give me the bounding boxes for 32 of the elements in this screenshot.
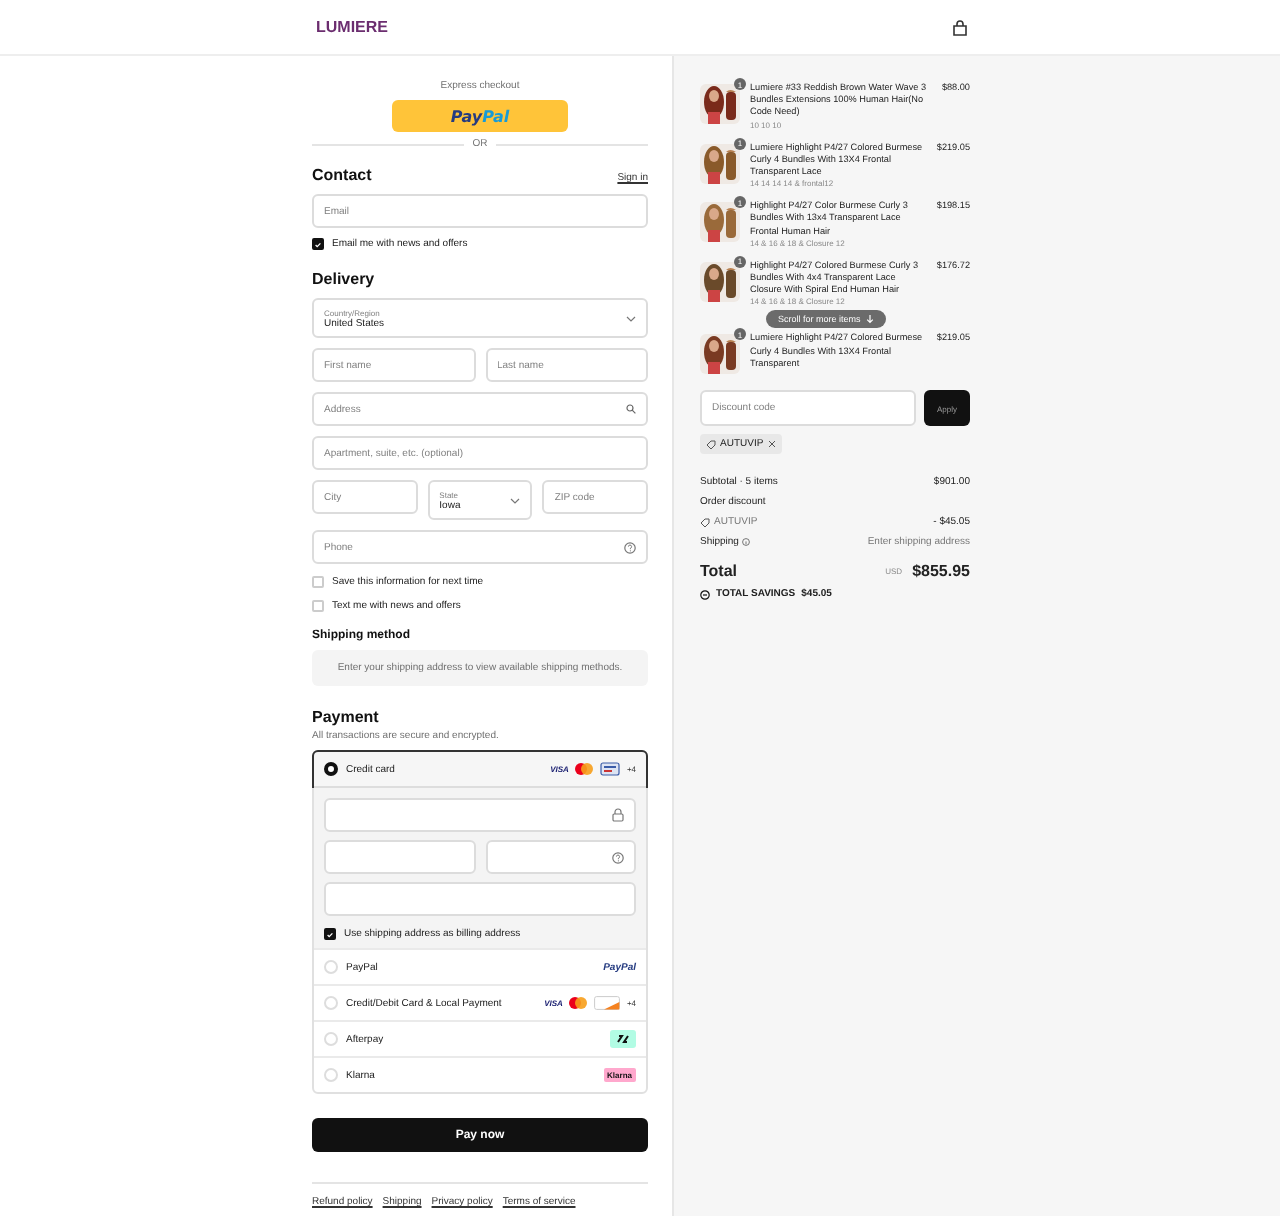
close-icon[interactable] (767, 440, 776, 449)
chevron-down-icon (626, 315, 636, 321)
help-icon (612, 851, 624, 863)
shopping-bag-icon[interactable] (952, 19, 968, 35)
afterpay-icon (610, 1030, 636, 1048)
radio-button[interactable] (324, 762, 338, 776)
expiration-field[interactable] (324, 840, 475, 874)
section-heading: Delivery (312, 270, 375, 288)
security-code-field[interactable] (485, 840, 636, 874)
card-icon (594, 996, 621, 1010)
total-label: Total (700, 562, 738, 581)
checkbox[interactable] (324, 928, 336, 940)
card-icon (600, 762, 621, 776)
search-icon (626, 404, 636, 414)
brand-logo[interactable]: LUMIERE (316, 18, 388, 36)
chevron-down-icon (510, 497, 521, 503)
mastercard-icon (568, 996, 589, 1010)
tag-icon (700, 517, 710, 528)
help-icon (624, 542, 636, 554)
info-icon[interactable] (742, 538, 751, 547)
savings-icon (700, 589, 710, 600)
lock-icon (612, 808, 624, 822)
arrow-down-icon (866, 314, 875, 325)
section-heading: Payment (312, 708, 379, 726)
tag-icon (706, 439, 716, 450)
paypal-button[interactable]: PayPal (392, 100, 568, 132)
checkbox[interactable] (312, 238, 324, 250)
mastercard-icon (574, 762, 595, 776)
section-heading: Contact (312, 166, 372, 184)
card-number-field[interactable] (324, 798, 636, 832)
total-value: $855.95 (912, 562, 970, 581)
name-on-card-field[interactable] (324, 882, 636, 916)
